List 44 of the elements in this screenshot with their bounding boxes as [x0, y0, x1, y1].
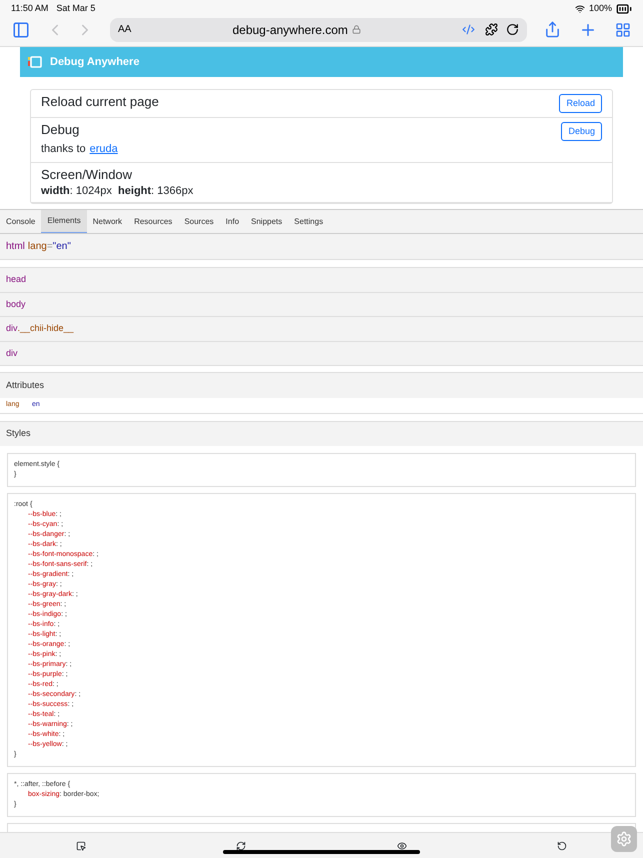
- url-text: debug-anywhere.com: [232, 22, 348, 38]
- share-icon[interactable]: [544, 21, 561, 38]
- card-title: Reload current page: [41, 94, 160, 110]
- action-button[interactable]: Debug: [561, 122, 602, 141]
- devtools-tab[interactable]: Snippets: [245, 210, 288, 233]
- undo-icon[interactable]: [557, 840, 567, 850]
- card-title: Debug: [41, 122, 80, 138]
- dom-node-row[interactable]: body: [0, 292, 643, 317]
- styles-heading: Styles: [6, 427, 31, 440]
- battery-percent: 100%: [588, 2, 612, 15]
- devtools-tab[interactable]: Resources: [128, 210, 178, 233]
- extension-icon[interactable]: [485, 23, 498, 36]
- inspect-icon[interactable]: [76, 840, 86, 850]
- tabs-icon[interactable]: [615, 22, 631, 38]
- dom-node-row[interactable]: div.__chii-hide__: [0, 317, 643, 342]
- wifi-icon: [574, 4, 585, 14]
- devtools-tab[interactable]: Settings: [288, 210, 330, 233]
- refresh-icon[interactable]: [236, 840, 246, 850]
- sidebar-icon[interactable]: [12, 20, 30, 38]
- card-title: Screen/Window: [41, 167, 134, 183]
- dom-node-row[interactable]: head: [0, 268, 643, 292]
- status-time: 11:50 AM: [11, 2, 48, 15]
- dom-node-row[interactable]: div: [0, 342, 643, 366]
- status-date: Sat Mar 5: [56, 2, 96, 15]
- header-title: Debug Anywhere: [50, 54, 140, 70]
- code-icon[interactable]: [462, 23, 475, 36]
- devtools-tab[interactable]: Sources: [178, 210, 220, 233]
- devtools-tab[interactable]: Network: [86, 210, 128, 233]
- address-bar[interactable]: AA debug-anywhere.com: [110, 18, 527, 42]
- element-path: html lang="en": [0, 234, 643, 260]
- eye-icon[interactable]: [397, 840, 407, 850]
- logo-icon: [28, 56, 42, 68]
- screen-info: width: 1024px height: 1366px: [41, 185, 194, 198]
- lock-icon: [352, 25, 361, 34]
- devtools-tab[interactable]: Console: [0, 210, 42, 233]
- devtools-tab[interactable]: Elements: [41, 210, 87, 233]
- devtools-tab[interactable]: Info: [220, 210, 246, 233]
- settings-icon: [616, 831, 632, 847]
- action-button[interactable]: Reload: [559, 94, 602, 113]
- reload-icon[interactable]: [506, 23, 519, 36]
- text-size-button[interactable]: AA: [118, 22, 132, 37]
- credit-text: thanks to: [41, 142, 86, 156]
- attributes-heading: Attributes: [6, 378, 44, 392]
- eruda-link[interactable]: eruda: [90, 142, 118, 156]
